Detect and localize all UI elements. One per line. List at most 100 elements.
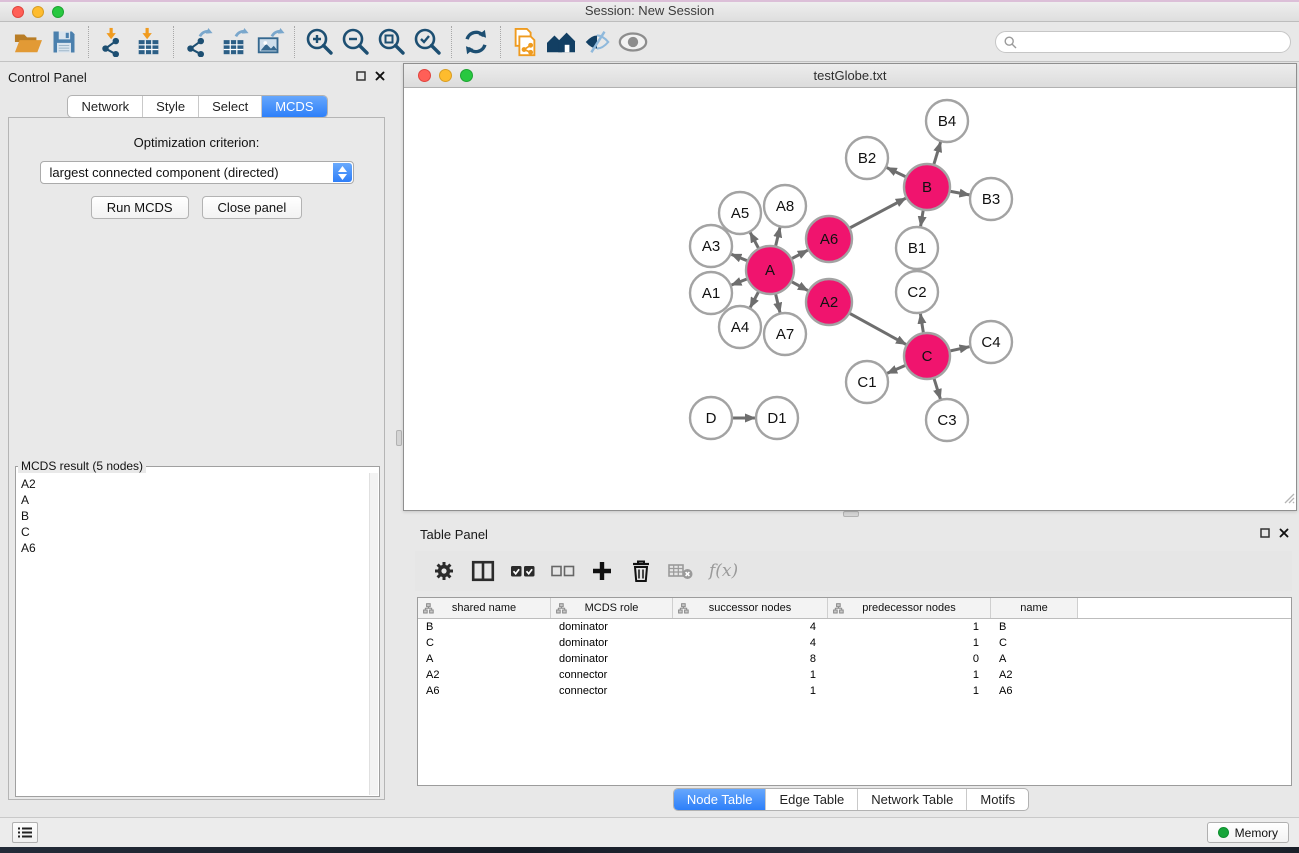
tab-style[interactable]: Style <box>142 96 198 117</box>
node-A2[interactable]: A2 <box>806 279 852 325</box>
column-header-MCDS-role[interactable]: MCDS role <box>551 598 673 618</box>
resize-grip-icon[interactable] <box>1283 491 1295 509</box>
network-close-button[interactable] <box>418 69 431 82</box>
node-A[interactable]: A <box>746 246 794 294</box>
node-A7[interactable]: A7 <box>764 313 806 355</box>
column-header-successor-nodes[interactable]: successor nodes <box>673 598 828 618</box>
tab-motifs[interactable]: Motifs <box>966 789 1028 810</box>
settings-icon[interactable] <box>432 558 456 584</box>
search-field[interactable] <box>995 31 1291 53</box>
show-details-icon[interactable] <box>615 26 651 58</box>
cell-predecessor-nodes[interactable]: 1 <box>828 635 991 651</box>
node-C[interactable]: C <box>904 333 950 379</box>
network-canvas[interactable]: B4B2BB3A8A5A6A3B1AC2A1A2A4A7C4CC1DD1C3 <box>404 89 1296 510</box>
refresh-icon[interactable] <box>458 26 494 58</box>
close-table-panel-icon[interactable] <box>1279 528 1289 538</box>
table-row[interactable]: A6connector11A6 <box>418 683 1291 699</box>
close-panel-button[interactable]: Close panel <box>202 196 303 219</box>
split-view-icon[interactable] <box>471 558 495 584</box>
network-zoom-button[interactable] <box>460 69 473 82</box>
node-B2[interactable]: B2 <box>846 137 888 179</box>
tab-select[interactable]: Select <box>198 96 261 117</box>
add-row-icon[interactable] <box>590 558 614 584</box>
horizontal-split-handle[interactable] <box>843 511 859 517</box>
cell-MCDS-role[interactable]: connector <box>551 667 673 683</box>
cell-shared-name[interactable]: A2 <box>418 667 551 683</box>
deselect-all-icon[interactable] <box>551 558 575 584</box>
hide-panel-icon[interactable] <box>579 26 615 58</box>
cell-successor-nodes[interactable]: 1 <box>673 683 828 699</box>
cell-predecessor-nodes[interactable]: 1 <box>828 667 991 683</box>
cell-name[interactable]: B <box>991 619 1078 635</box>
mcds-result-item[interactable]: A2 <box>21 476 368 492</box>
export-image-icon[interactable] <box>252 26 288 58</box>
cell-predecessor-nodes[interactable]: 1 <box>828 683 991 699</box>
node-B1[interactable]: B1 <box>896 227 938 269</box>
function-builder-icon[interactable]: f(x) <box>709 558 738 584</box>
tab-network-table[interactable]: Network Table <box>857 789 966 810</box>
node-A3[interactable]: A3 <box>690 225 732 267</box>
cell-name[interactable]: C <box>991 635 1078 651</box>
node-B3[interactable]: B3 <box>970 178 1012 220</box>
cell-successor-nodes[interactable]: 8 <box>673 651 828 667</box>
search-input[interactable] <box>1022 33 1282 51</box>
cell-shared-name[interactable]: A6 <box>418 683 551 699</box>
node-C1[interactable]: C1 <box>846 361 888 403</box>
node-D[interactable]: D <box>690 397 732 439</box>
select-all-icon[interactable] <box>510 558 536 584</box>
cell-shared-name[interactable]: B <box>418 619 551 635</box>
import-network-icon[interactable] <box>95 26 131 58</box>
zoom-out-icon[interactable] <box>337 26 373 58</box>
node-A8[interactable]: A8 <box>764 185 806 227</box>
node-A5[interactable]: A5 <box>719 192 761 234</box>
vertical-split-handle[interactable] <box>396 430 402 446</box>
cell-successor-nodes[interactable]: 1 <box>673 667 828 683</box>
delete-table-icon[interactable] <box>668 558 694 584</box>
home-icon[interactable] <box>543 26 579 58</box>
tab-node-table[interactable]: Node Table <box>674 789 766 810</box>
cell-successor-nodes[interactable]: 4 <box>673 619 828 635</box>
cell-predecessor-nodes[interactable]: 1 <box>828 619 991 635</box>
node-A1[interactable]: A1 <box>690 272 732 314</box>
mcds-result-item[interactable]: A <box>21 492 368 508</box>
close-panel-icon[interactable] <box>375 71 385 81</box>
cell-MCDS-role[interactable]: connector <box>551 683 673 699</box>
column-header-predecessor-nodes[interactable]: predecessor nodes <box>828 598 991 618</box>
float-table-panel-icon[interactable] <box>1260 528 1270 538</box>
save-session-icon[interactable] <box>46 26 82 58</box>
table-row[interactable]: A2connector11A2 <box>418 667 1291 683</box>
column-header-shared-name[interactable]: shared name <box>418 598 551 618</box>
node-B4[interactable]: B4 <box>926 100 968 142</box>
cell-MCDS-role[interactable]: dominator <box>551 619 673 635</box>
table-row[interactable]: Cdominator41C <box>418 635 1291 651</box>
float-panel-icon[interactable] <box>356 71 366 81</box>
cell-successor-nodes[interactable]: 4 <box>673 635 828 651</box>
clone-network-icon[interactable] <box>507 26 543 58</box>
node-C2[interactable]: C2 <box>896 271 938 313</box>
node-A4[interactable]: A4 <box>719 306 761 348</box>
mcds-result-item[interactable]: A6 <box>21 540 368 556</box>
mcds-result-item[interactable]: B <box>21 508 368 524</box>
result-scrollbar[interactable] <box>369 473 378 795</box>
table-row[interactable]: Bdominator41B <box>418 619 1291 635</box>
network-graph[interactable]: B4B2BB3A8A5A6A3B1AC2A1A2A4A7C4CC1DD1C3 <box>404 89 1296 511</box>
export-table-icon[interactable] <box>216 26 252 58</box>
cell-name[interactable]: A2 <box>991 667 1078 683</box>
import-table-icon[interactable] <box>131 26 167 58</box>
task-history-button[interactable] <box>12 822 38 843</box>
node-D1[interactable]: D1 <box>756 397 798 439</box>
node-B[interactable]: B <box>904 164 950 210</box>
cell-MCDS-role[interactable]: dominator <box>551 651 673 667</box>
cell-predecessor-nodes[interactable]: 0 <box>828 651 991 667</box>
node-C4[interactable]: C4 <box>970 321 1012 363</box>
tab-network[interactable]: Network <box>68 96 142 117</box>
minimize-window-button[interactable] <box>32 6 44 18</box>
cell-shared-name[interactable]: C <box>418 635 551 651</box>
zoom-in-icon[interactable] <box>301 26 337 58</box>
run-mcds-button[interactable]: Run MCDS <box>91 196 189 219</box>
cell-shared-name[interactable]: A <box>418 651 551 667</box>
zoom-window-button[interactable] <box>52 6 64 18</box>
open-file-icon[interactable] <box>10 26 46 58</box>
network-minimize-button[interactable] <box>439 69 452 82</box>
node-C3[interactable]: C3 <box>926 399 968 441</box>
